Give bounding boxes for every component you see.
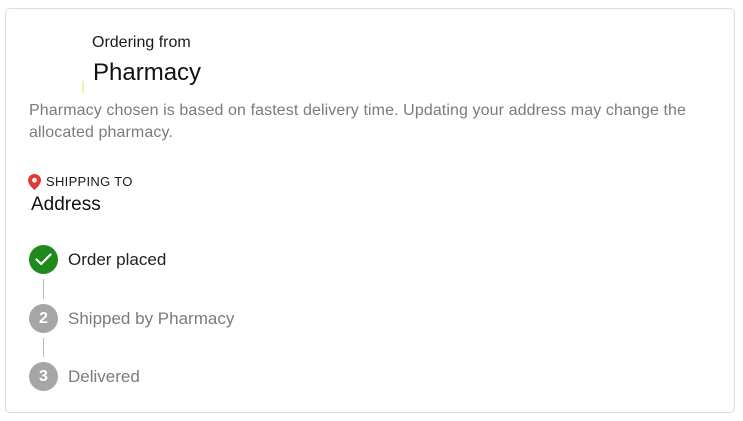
shipping-to-label: SHIPPING TO: [46, 174, 133, 189]
step-label: Order placed: [68, 249, 167, 269]
pharmacy-info-text: Pharmacy chosen is based on fastest deli…: [29, 102, 687, 141]
location-pin-icon: [28, 174, 41, 190]
step-label: Shipped by Pharmacy: [68, 308, 235, 328]
step-delivered: 3 Delivered: [29, 362, 140, 391]
checkmark-icon: [35, 253, 52, 266]
shipping-address: Address: [31, 194, 101, 215]
ordering-from-label: Ordering from: [92, 34, 191, 51]
pharmacy-logo: [82, 81, 84, 93]
order-status-card: Ordering from Pharmacy Pharmacy chosen i…: [5, 8, 735, 413]
pharmacy-name: Pharmacy: [93, 59, 202, 86]
step-number-badge: 3: [29, 362, 58, 391]
step-complete-badge: [29, 245, 58, 274]
step-number-badge: 2: [29, 304, 58, 333]
step-label: Delivered: [68, 366, 140, 386]
step-order-placed: Order placed: [29, 245, 166, 274]
step-connector: [43, 279, 44, 299]
step-shipped: 2 Shipped by Pharmacy: [29, 304, 234, 333]
step-connector: [43, 338, 44, 357]
shipping-to-row: SHIPPING TO: [28, 174, 133, 190]
